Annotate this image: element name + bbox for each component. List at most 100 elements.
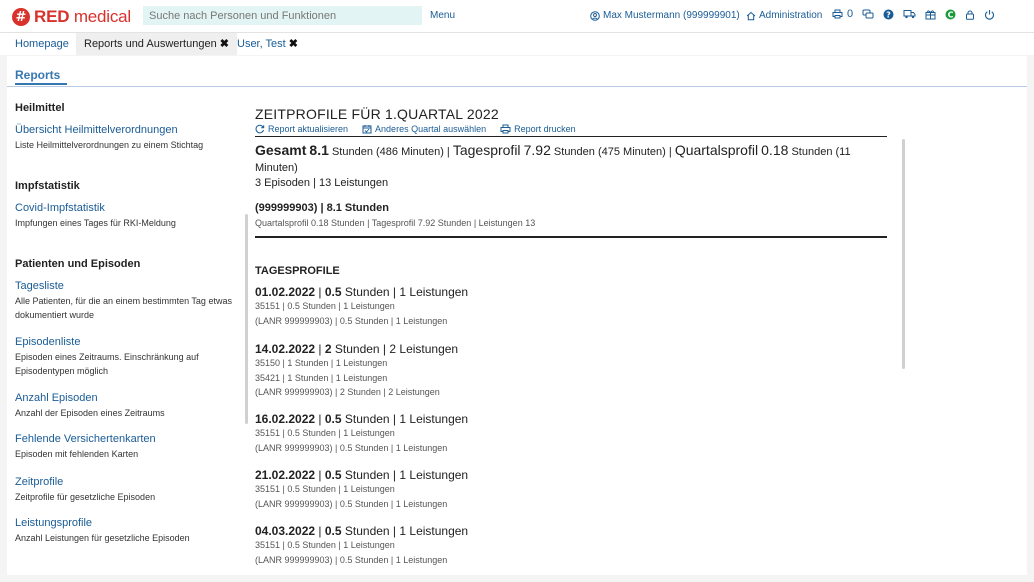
close-icon[interactable]: ✖ <box>289 38 298 50</box>
status-button[interactable]: C <box>945 9 956 20</box>
day-date: 21.02.2022 <box>255 468 316 482</box>
total-label: Gesamt <box>255 142 307 158</box>
quarter-profile-value: 0.18 <box>761 142 789 158</box>
gift-button[interactable] <box>925 9 936 20</box>
day-detail-line: 35151 | 0.5 Stunden | 1 Leistungen <box>255 484 395 494</box>
day-profile-entry: 14.02.2022 | 2 Stunden | 2 Leistungen 35… <box>255 342 887 400</box>
logo-mark-icon: # <box>12 8 30 26</box>
printer-icon <box>832 9 843 19</box>
report-description: Alle Patienten, für die an einem bestimm… <box>15 296 232 320</box>
day-detail-line: (LANR 999999903) | 0.5 Stunden | 1 Leist… <box>255 442 448 453</box>
change-quarter-label: Anderes Quartal auswählen <box>375 124 487 134</box>
transport-button[interactable] <box>903 9 916 19</box>
toolbar-icons: 0 ? C <box>832 8 995 20</box>
refresh-report-label: Report aktualisieren <box>268 124 349 134</box>
report-actions: Report aktualisieren Anderes Quartal aus… <box>255 124 576 134</box>
change-quarter-link[interactable]: Anderes Quartal auswählen <box>362 124 486 134</box>
top-bar: # RED medical Menu Max Mustermann (99999… <box>0 0 1034 33</box>
divider <box>255 236 887 238</box>
day-hours: 2 <box>324 342 332 356</box>
day-detail-line: (LANR 999999903) | 0.5 Stunden | 1 Leist… <box>255 554 448 565</box>
report-description: Zeitprofile für gesetzliche Episoden <box>15 492 156 502</box>
day-date: 04.03.2022 <box>255 524 316 538</box>
day-detail-line: (LANR 999999903) | 2 Stunden | 2 Leistun… <box>255 387 440 397</box>
search-input[interactable] <box>143 6 422 25</box>
day-profile-header: 04.03.2022 | 0.5 Stunden | 1 Leistungen <box>255 524 469 538</box>
day-summary: Stunden | 2 Leistungen <box>334 342 459 356</box>
lock-button[interactable] <box>965 9 975 20</box>
day-summary: Stunden | 1 Leistungen <box>344 285 469 299</box>
day-detail-line: 35150 | 1 Stunden | 1 Leistungen <box>255 358 388 368</box>
total-value: 8.1 <box>309 142 329 158</box>
svg-text:?: ? <box>886 10 891 19</box>
group-heading: Heilmittel <box>15 102 65 114</box>
day-profile-entry: 04.03.2022 | 0.5 Stunden | 1 Leistungen … <box>255 524 887 567</box>
section-title[interactable]: Reports <box>15 68 60 82</box>
print-queue-button[interactable]: 0 <box>832 8 853 20</box>
day-profile-label: Tagesprofil <box>452 142 521 158</box>
user-icon <box>590 10 600 21</box>
tab-reports[interactable]: Reports und Auswertungen ✖ <box>76 33 237 55</box>
help-icon: ? <box>883 9 894 19</box>
sidebar-scrollbar[interactable] <box>245 214 248 424</box>
group-heading: Impfstatistik <box>15 180 80 192</box>
episode-count: 3 Episoden | 13 Leistungen <box>255 177 389 189</box>
day-date: 14.02.2022 <box>255 342 316 356</box>
lock-icon <box>966 9 975 20</box>
app-logo[interactable]: # RED medical <box>12 7 131 27</box>
tab-bar: Homepage Reports und Auswertungen ✖ User,… <box>0 33 1034 55</box>
help-button[interactable]: ? <box>883 9 894 20</box>
report-description: Anzahl Leistungen für gesetzliche Episod… <box>15 533 190 543</box>
tab-homepage[interactable]: Homepage <box>7 33 77 55</box>
report-scrollbar[interactable] <box>902 139 905 369</box>
report-link-fehlende-versichertenkarten[interactable]: Fehlende Versichertenkarten <box>15 433 156 445</box>
report-link-leistungsprofile[interactable]: Leistungsprofile <box>15 517 92 529</box>
physician-total: (999999903) | 8.1 Stunden <box>255 202 389 214</box>
menu-link[interactable]: Menu <box>430 10 455 21</box>
group-heading: Patienten und Episoden <box>15 258 141 270</box>
logout-button[interactable] <box>984 9 995 20</box>
tab-user-test[interactable]: User, Test ✖ <box>229 33 306 55</box>
physician-profile-details: Quartalsprofil 0.18 Stunden | Tagesprofi… <box>255 218 536 228</box>
day-profile-unit: Stunden (475 Minuten) | <box>553 146 672 158</box>
administration-link[interactable]: Administration <box>746 10 822 21</box>
section-title-underline <box>15 83 67 85</box>
report-link-covid-impfstatistik[interactable]: Covid-Impfstatistik <box>15 202 105 214</box>
calendar-icon <box>362 125 372 134</box>
truck-icon <box>903 10 916 19</box>
day-hours: 0.5 <box>324 524 342 538</box>
report-summary: Gesamt 8.1 Stunden (486 Minuten) | Tages… <box>255 142 887 176</box>
day-profile-header: 14.02.2022 | 2 Stunden | 2 Leistungen <box>255 342 459 356</box>
report-link-anzahl-episoden[interactable]: Anzahl Episoden <box>15 392 98 404</box>
report-link-tagesliste[interactable]: Tagesliste <box>15 280 64 292</box>
printer-icon <box>500 124 511 134</box>
chat-button[interactable] <box>862 9 874 19</box>
day-detail-line: 35421 | 1 Stunden | 1 Leistungen <box>255 372 388 383</box>
report-description: Anzahl der Episoden eines Zeitraums <box>15 408 165 418</box>
print-report-label: Report drucken <box>514 124 576 134</box>
svg-text:C: C <box>948 10 954 19</box>
daily-profiles-heading: TAGESPROFILE <box>255 265 340 277</box>
report-link-episodenliste[interactable]: Episodenliste <box>15 336 80 348</box>
day-date: 16.02.2022 <box>255 412 316 426</box>
day-profile-header: 21.02.2022 | 0.5 Stunden | 1 Leistungen <box>255 468 469 482</box>
day-summary: Stunden | 1 Leistungen <box>344 412 469 426</box>
day-detail-line: (LANR 999999903) | 0.5 Stunden | 1 Leist… <box>255 498 448 509</box>
day-hours: 0.5 <box>324 412 342 426</box>
report-link-zeitprofile[interactable]: Zeitprofile <box>15 476 63 488</box>
report-link-heilmittelverordnungen[interactable]: Übersicht Heilmittelverordnungen <box>15 124 178 136</box>
divider <box>255 136 887 137</box>
status-c-icon: C <box>945 9 956 19</box>
content-panel: Heilmittel Übersicht Heilmittelverordnun… <box>7 87 1027 575</box>
user-account-link[interactable]: Max Mustermann (999999901) <box>590 10 740 21</box>
gift-icon <box>925 9 936 19</box>
close-icon[interactable]: ✖ <box>220 38 229 50</box>
day-summary: Stunden | 1 Leistungen <box>344 524 469 538</box>
power-icon <box>985 9 995 20</box>
report-description: Episoden mit fehlenden Karten <box>15 449 139 459</box>
day-date: 01.02.2022 <box>255 285 316 299</box>
refresh-report-link[interactable]: Report aktualisieren <box>255 124 348 134</box>
report-description: Liste Heilmittelverordnungen zu einem St… <box>15 140 204 150</box>
print-report-link[interactable]: Report drucken <box>500 124 576 134</box>
report-description: Impfungen eines Tages für RKI-Meldung <box>15 218 176 228</box>
